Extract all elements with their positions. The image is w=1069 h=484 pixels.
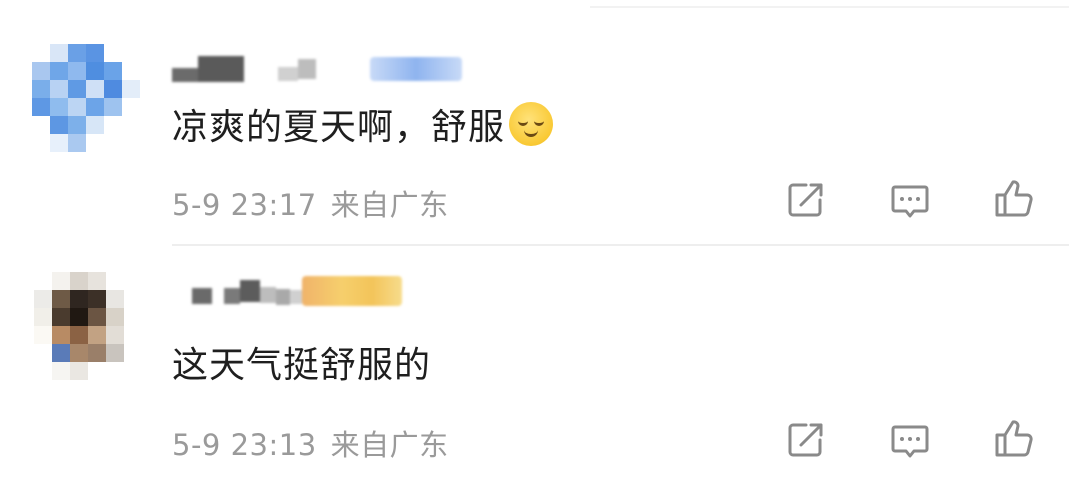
avatar[interactable] xyxy=(32,44,140,152)
like-icon[interactable] xyxy=(992,176,1036,220)
comment-text: 凉爽的夏天啊，舒服 xyxy=(172,98,554,150)
comment-text: 这天气挺舒服的 xyxy=(172,336,431,388)
comment-divider xyxy=(172,244,1069,246)
comment-text-content: 这天气挺舒服的 xyxy=(172,345,432,386)
username-blurred[interactable] xyxy=(172,56,462,82)
comment-icon[interactable] xyxy=(888,418,932,462)
comment-text-content: 凉爽的夏天啊，舒服 xyxy=(172,107,506,148)
avatar[interactable] xyxy=(34,272,142,380)
username-blurred[interactable] xyxy=(192,276,402,306)
share-icon[interactable] xyxy=(784,178,828,222)
comment-location: 来自广东 xyxy=(330,428,449,462)
share-icon[interactable] xyxy=(784,418,828,462)
top-divider xyxy=(590,6,1069,8)
comment-time: 5-9 23:13 xyxy=(172,428,317,462)
relieved-face-emoji-icon xyxy=(509,102,554,146)
comment-icon[interactable] xyxy=(888,178,932,222)
like-icon[interactable] xyxy=(992,416,1036,460)
comment-meta: 5-9 23:17 来自广东 xyxy=(172,182,449,224)
comment-meta: 5-9 23:13 来自广东 xyxy=(172,422,449,464)
comment-time: 5-9 23:17 xyxy=(172,188,317,222)
comment-location: 来自广东 xyxy=(330,188,449,222)
